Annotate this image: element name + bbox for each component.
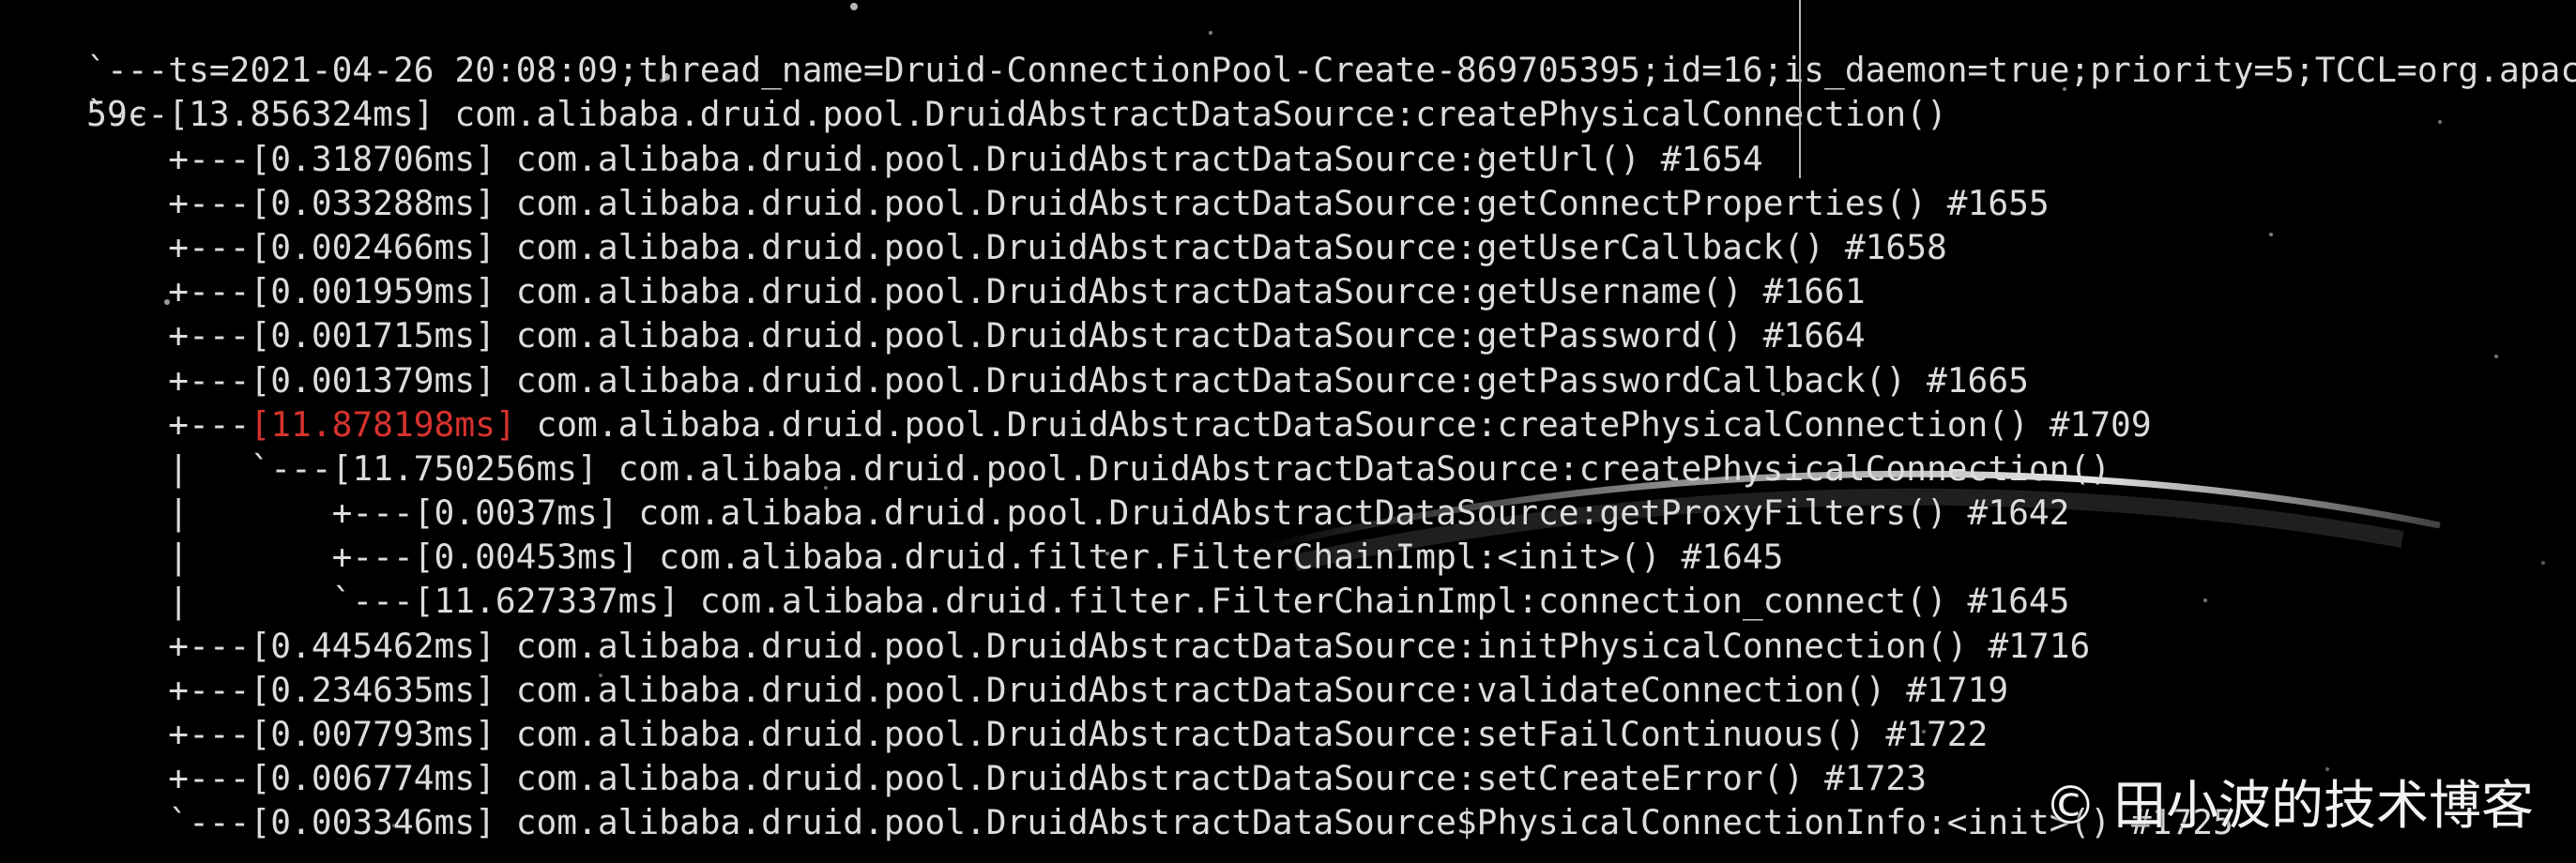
- method-signature: com.alibaba.druid.pool.DruidAbstractData…: [434, 94, 1947, 135]
- duration: [0.00453ms]: [413, 537, 639, 578]
- tree-branch: +---: [5, 625, 251, 666]
- trace-line: +---[0.002466ms] com.alibaba.druid.pool.…: [5, 225, 2576, 269]
- trace-line: | +---[0.00453ms] com.alibaba.druid.filt…: [5, 535, 2576, 579]
- duration: [0.033288ms]: [250, 182, 495, 223]
- method-signature: com.alibaba.druid.pool.DruidAbstractData…: [495, 714, 1989, 754]
- method-signature: com.alibaba.druid.pool.DruidAbstractData…: [495, 669, 2009, 710]
- tree-branch: | `---: [5, 447, 332, 489]
- duration: [0.445462ms]: [250, 625, 495, 666]
- duration: [0.001379ms]: [250, 359, 495, 401]
- duration: [0.001959ms]: [250, 271, 495, 312]
- method-signature: com.alibaba.druid.pool.DruidAbstractData…: [495, 625, 2091, 666]
- duration: [0.006774ms]: [250, 758, 495, 799]
- method-signature: com.alibaba.druid.filter.FilterChainImpl…: [638, 537, 1784, 578]
- method-signature: com.alibaba.druid.pool.DruidAbstractData…: [515, 403, 2152, 445]
- duration: [0.318706ms]: [250, 138, 495, 179]
- tree-branch: +---: [5, 669, 251, 710]
- tree-branch: `---: [5, 94, 169, 135]
- duration: [11.750256ms]: [331, 447, 598, 489]
- method-signature: com.alibaba.druid.pool.DruidAbstractData…: [495, 226, 1947, 267]
- method-signature: com.alibaba.druid.filter.FilterChainImpl…: [678, 581, 2070, 622]
- trace-line: +---[0.445462ms] com.alibaba.druid.pool.…: [5, 624, 2576, 668]
- method-signature: com.alibaba.druid.pool.DruidAbstractData…: [495, 138, 1763, 179]
- duration: [11.627337ms]: [413, 581, 679, 622]
- tree-branch: `---: [5, 802, 251, 843]
- tree-branch: | +---: [5, 537, 414, 578]
- duration: [0.0037ms]: [413, 492, 618, 534]
- tree-branch: +---: [5, 714, 251, 754]
- tree-branch: +---: [5, 182, 251, 223]
- header-line-wrapped: 59c: [5, 48, 2576, 134]
- method-signature: com.alibaba.druid.pool.DruidAbstractData…: [495, 315, 1866, 356]
- trace-tree: `---[13.856324ms] com.alibaba.druid.pool…: [5, 92, 2576, 844]
- trace-line: +---[0.001959ms] com.alibaba.druid.pool.…: [5, 269, 2576, 313]
- method-signature: com.alibaba.druid.pool.DruidAbstractData…: [495, 359, 2029, 401]
- trace-line: `---[13.856324ms] com.alibaba.druid.pool…: [5, 92, 2576, 136]
- tree-branch: +---: [5, 315, 251, 356]
- method-signature: com.alibaba.druid.pool.DruidAbstractData…: [597, 447, 2111, 489]
- tree-branch: +---: [5, 138, 251, 179]
- tree-branch: +---: [5, 226, 251, 267]
- tree-branch: +---: [5, 271, 251, 312]
- tree-branch: | `---: [5, 581, 414, 622]
- tree-branch: | +---: [5, 492, 414, 534]
- method-signature: com.alibaba.druid.pool.DruidAbstractData…: [495, 802, 2233, 843]
- method-signature: com.alibaba.druid.pool.DruidAbstractData…: [495, 758, 1927, 799]
- duration: [0.001715ms]: [250, 315, 495, 356]
- trace-line: +---[0.007793ms] com.alibaba.druid.pool.…: [5, 712, 2576, 756]
- tree-branch: +---: [5, 758, 251, 799]
- trace-line: | +---[0.0037ms] com.alibaba.druid.pool.…: [5, 491, 2576, 535]
- header-line: `---ts=2021-04-26 20:08:09;thread_name=D…: [5, 4, 2576, 90]
- duration: [0.234635ms]: [250, 669, 495, 710]
- method-signature: com.alibaba.druid.pool.DruidAbstractData…: [495, 271, 1866, 312]
- watermark-text: © 田小波的技术博客: [2044, 776, 2534, 837]
- tree-branch: +---: [5, 403, 251, 445]
- trace-line: +---[0.033288ms] com.alibaba.druid.pool.…: [5, 181, 2576, 225]
- duration-hot: [11.878198ms]: [250, 403, 516, 445]
- duration: [0.003346ms]: [250, 802, 495, 843]
- terminal-output[interactable]: `---ts=2021-04-26 20:08:09;thread_name=D…: [5, 4, 2576, 845]
- method-signature: com.alibaba.druid.pool.DruidAbstractData…: [495, 182, 2050, 223]
- trace-line: +---[11.878198ms] com.alibaba.druid.pool…: [5, 402, 2576, 447]
- trace-line: +---[0.318706ms] com.alibaba.druid.pool.…: [5, 137, 2576, 181]
- duration: [0.002466ms]: [250, 226, 495, 267]
- tree-branch: +---: [5, 359, 251, 401]
- trace-line: | `---[11.627337ms] com.alibaba.druid.fi…: [5, 579, 2576, 623]
- method-signature: com.alibaba.druid.pool.DruidAbstractData…: [617, 492, 2070, 534]
- trace-line: +---[0.234635ms] com.alibaba.druid.pool.…: [5, 668, 2576, 712]
- trace-line: | `---[11.750256ms] com.alibaba.druid.po…: [5, 447, 2576, 491]
- duration: [13.856324ms]: [168, 94, 434, 135]
- trace-line: +---[0.001379ms] com.alibaba.druid.pool.…: [5, 358, 2576, 402]
- duration: [0.007793ms]: [250, 714, 495, 754]
- trace-line: +---[0.001715ms] com.alibaba.druid.pool.…: [5, 313, 2576, 357]
- text-cursor-bar: [1799, 0, 1801, 178]
